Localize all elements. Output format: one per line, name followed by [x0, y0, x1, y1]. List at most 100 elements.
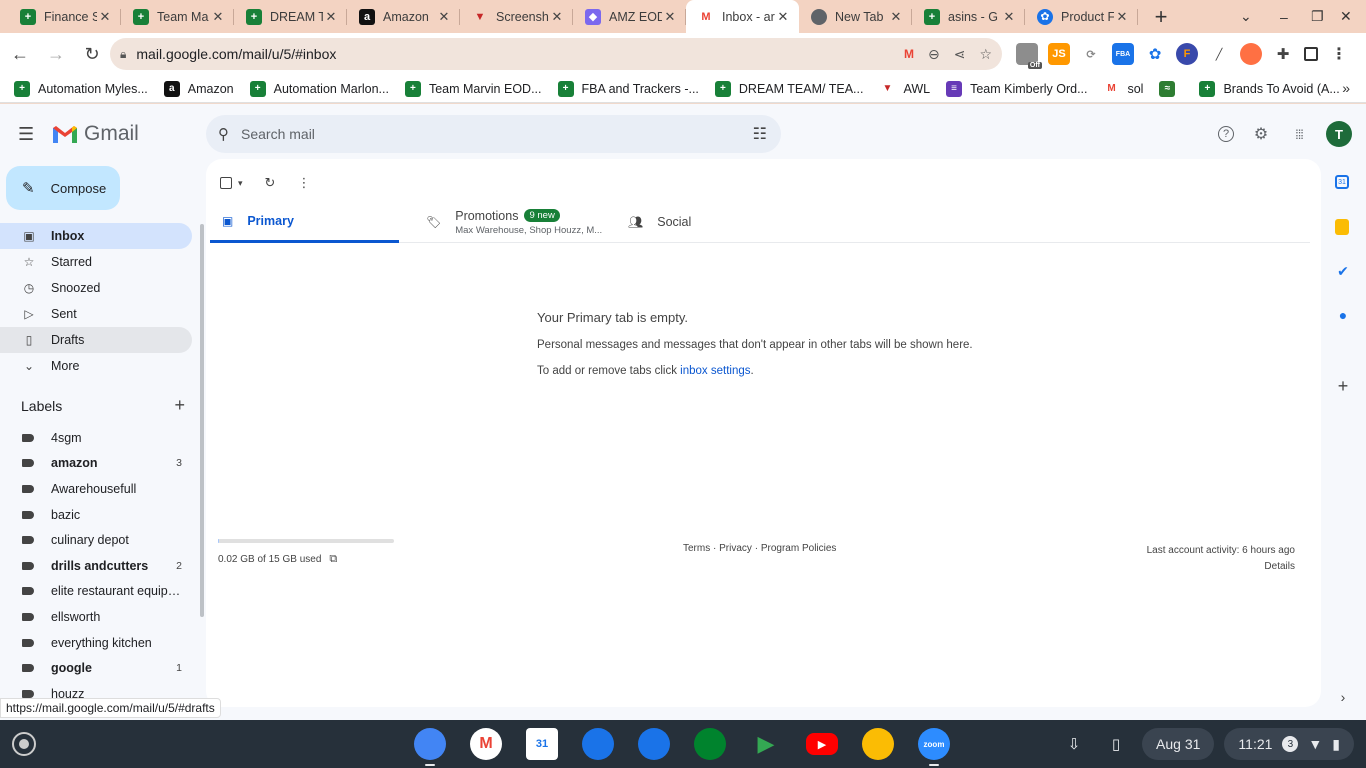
forward-icon[interactable]: → [40, 38, 72, 70]
activity-details-link[interactable]: Details [1147, 559, 1295, 575]
sidebar-item-sent[interactable]: ▷ Sent [0, 301, 192, 327]
search-input[interactable]: Search mail [241, 126, 315, 142]
bookmark-item[interactable]: + Automation Myles... [14, 80, 148, 97]
google-lens-icon[interactable]: M [904, 47, 914, 61]
share-icon[interactable]: ⋖ [954, 46, 966, 63]
holding-space-icon[interactable]: ⇩ [1058, 728, 1090, 760]
tab-promotions[interactable]: 🏷︎ Promotions 9 new Max Warehouse, Shop … [414, 201, 614, 243]
main-menu-icon[interactable]: ☰ [18, 124, 34, 145]
keep-icon[interactable] [1335, 219, 1349, 235]
account-avatar[interactable]: T [1326, 121, 1352, 147]
label-item[interactable]: ellsworth [0, 604, 192, 630]
program-policies-link[interactable]: Program Policies [761, 543, 837, 554]
tab-social[interactable]: 👥︎ Social [616, 201, 816, 243]
tasks-icon[interactable]: ✔ [1335, 263, 1351, 279]
extensions-puzzle-icon[interactable]: ✚ [1272, 43, 1294, 65]
files-icon[interactable] [582, 728, 614, 760]
close-tab-icon[interactable]: ✕ [662, 9, 678, 25]
url-text[interactable]: mail.google.com/mail/u/5/#inbox [136, 46, 336, 62]
bookmark-item[interactable]: ▼ AWL [879, 81, 931, 97]
label-item[interactable]: bazic [0, 502, 192, 528]
close-window-icon[interactable]: ✕ [1340, 0, 1352, 33]
phone-hub-icon[interactable]: ▯ [1100, 728, 1132, 760]
launcher-icon[interactable] [12, 732, 36, 756]
close-tab-icon[interactable]: ✕ [97, 9, 113, 25]
js-extension-icon[interactable]: JS [1048, 43, 1070, 65]
expand-panel-icon[interactable]: › [1335, 689, 1351, 705]
minimize-icon[interactable]: – [1280, 0, 1288, 33]
messages-icon[interactable] [638, 728, 670, 760]
youtube-icon[interactable]: ▶ [806, 733, 838, 755]
search-options-icon[interactable]: ☷ [753, 124, 767, 144]
globe-extension-icon[interactable]: ✿ [1144, 43, 1166, 65]
label-item[interactable]: amazon 3 [0, 451, 192, 477]
status-tray[interactable]: 11:21 3 ▼ ▮ [1224, 728, 1354, 760]
close-tab-icon[interactable]: ✕ [888, 9, 904, 25]
bookmark-item[interactable]: + FBA and Trackers -... [557, 80, 699, 97]
label-item[interactable]: culinary depot [0, 527, 192, 553]
sidebar-item-starred[interactable]: ☆ Starred [0, 249, 192, 275]
zoom-icon[interactable]: ⊖ [928, 46, 940, 63]
date-pill[interactable]: Aug 31 [1142, 728, 1215, 760]
calendar-icon[interactable]: 31 [1335, 175, 1349, 189]
bookmark-item[interactable]: ≈ [1159, 80, 1183, 97]
label-item[interactable]: drills andcutters 2 [0, 553, 192, 579]
meet-icon[interactable] [694, 728, 726, 760]
extension-off-icon[interactable]: Off [1016, 43, 1042, 69]
fba-extension-icon[interactable]: FBA [1112, 43, 1134, 65]
search-icon[interactable]: ⚲ [218, 125, 229, 143]
bookmark-item[interactable]: ≡ Team Kimberly Ord... [946, 80, 1087, 97]
stylus-extension-icon[interactable]: ╱ [1208, 43, 1230, 65]
browser-tab[interactable]: ▼ Screensh ✕ [460, 0, 573, 33]
sidebar-item-snoozed[interactable]: ◷ Snoozed [0, 275, 192, 301]
f-extension-icon[interactable]: F [1176, 43, 1198, 65]
close-tab-icon[interactable]: ✕ [210, 9, 226, 25]
play-store-icon[interactable]: ▶ [750, 728, 782, 760]
more-actions-icon[interactable]: ⋮ [297, 175, 310, 191]
close-tab-icon[interactable]: ✕ [775, 9, 791, 25]
close-tab-icon[interactable]: ✕ [549, 9, 565, 25]
close-tab-icon[interactable]: ✕ [1001, 9, 1017, 25]
close-tab-icon[interactable]: ✕ [1114, 9, 1130, 25]
address-bar[interactable]: 🔒︎ mail.google.com/mail/u/5/#inbox M ⊖ ⋖… [110, 38, 1002, 70]
label-item[interactable]: Awarehousefull [0, 476, 192, 502]
get-addons-icon[interactable]: + [1335, 376, 1351, 396]
storage-meter[interactable]: 0.02 GB of 15 GB used ⧉ [218, 539, 394, 566]
browser-tab[interactable]: ◆ AMZ EOD ✕ [573, 0, 686, 33]
contacts-icon[interactable]: ● [1335, 307, 1351, 323]
chrome-icon[interactable] [414, 728, 446, 766]
close-tab-icon[interactable]: ✕ [436, 9, 452, 25]
browser-tab[interactable]: ✿ Product F ✕ [1025, 0, 1138, 33]
bookmark-item[interactable]: a Amazon [163, 80, 234, 97]
sidebar-item-inbox[interactable]: ▣ Inbox [0, 223, 192, 249]
nav-scrollbar[interactable] [200, 224, 204, 617]
photos-icon[interactable] [862, 728, 894, 760]
calendar-icon[interactable]: 31 [526, 728, 558, 760]
bookmark-item[interactable]: + Brands To Avoid (A... [1199, 80, 1340, 97]
browser-tab[interactable]: New Tab ✕ [799, 0, 912, 33]
sync-extension-icon[interactable]: ⟳ [1080, 43, 1102, 65]
colorful-extension-icon[interactable] [1240, 43, 1262, 65]
select-all-checkbox[interactable]: ▾ [220, 177, 243, 189]
terms-link[interactable]: Terms [683, 543, 710, 554]
gmail-logo[interactable]: Gmail [52, 122, 139, 146]
browser-tab[interactable]: + Team Ma ✕ [121, 0, 234, 33]
tab-search-icon[interactable]: ⌄ [1240, 0, 1252, 33]
browser-tab[interactable]: + asins - G ✕ [912, 0, 1025, 33]
label-item[interactable]: 4sgm [0, 425, 192, 451]
label-item[interactable]: everything kitchen [0, 630, 192, 656]
new-tab-button[interactable]: + [1146, 2, 1176, 32]
bookmark-star-icon[interactable]: ☆ [979, 46, 992, 63]
gmail-icon[interactable]: M [470, 728, 502, 760]
side-panel-icon[interactable] [1304, 47, 1318, 61]
browser-tab[interactable]: M Inbox - ar ✕ [686, 0, 799, 33]
more-bookmarks-icon[interactable]: » [1342, 80, 1350, 96]
create-label-icon[interactable]: + [174, 395, 185, 416]
label-item[interactable]: elite restaurant equipm... [0, 579, 192, 605]
settings-gear-icon[interactable]: ⚙ [1250, 123, 1272, 145]
select-dropdown-icon[interactable]: ▾ [238, 178, 243, 189]
bookmark-item[interactable]: + Team Marvin EOD... [404, 80, 542, 97]
browser-menu-icon[interactable]: ⋮ [1328, 43, 1350, 65]
browser-tab[interactable]: + DREAM T ✕ [234, 0, 347, 33]
site-info-icon[interactable]: 🔒︎ [120, 47, 126, 62]
